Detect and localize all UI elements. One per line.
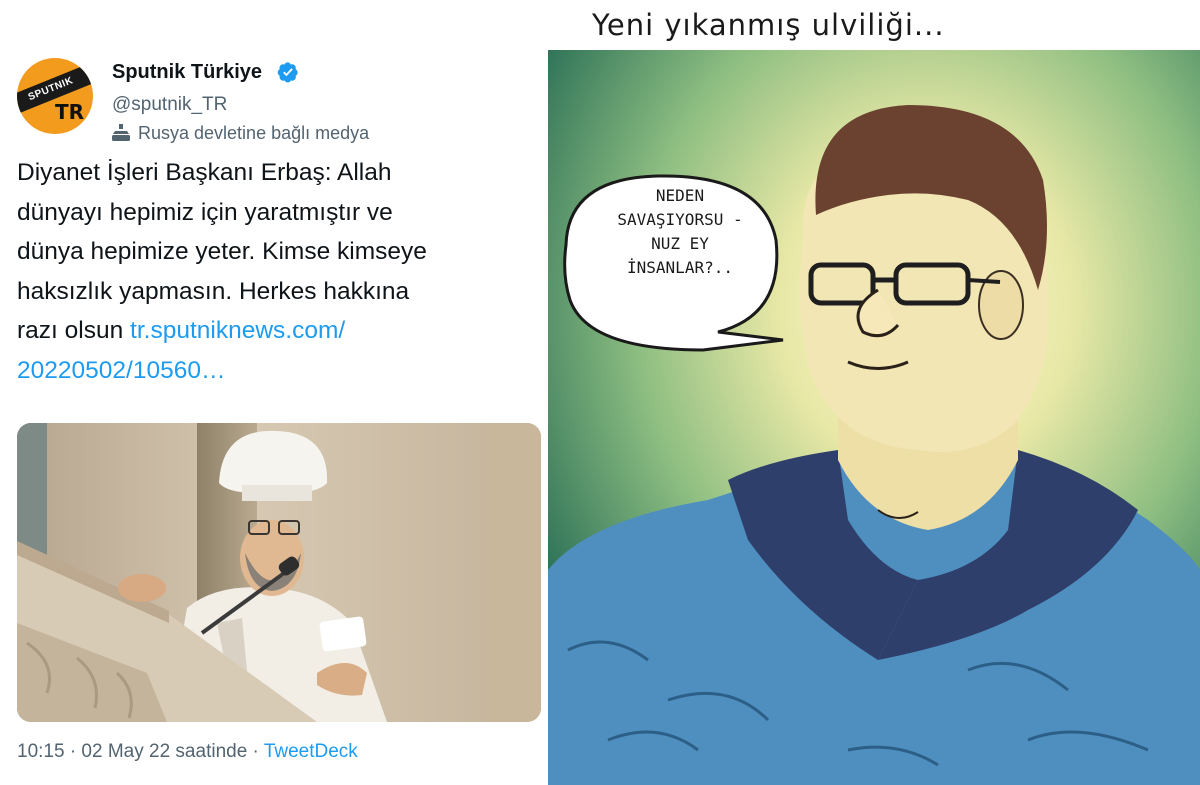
tweet-card: SPUTNIK TR Sputnik Türkiye @sputnik_TR R… (0, 0, 548, 785)
cartoon-panel: Yeni yıkanmış ulviliği... NEDEN SAVAŞIYO… (548, 0, 1200, 785)
tweet-link[interactable]: tr.sputniknews.com/ (130, 317, 345, 344)
account-avatar[interactable]: SPUTNIK TR (17, 58, 93, 134)
tweet-timestamp[interactable]: 10:15 · 02 May 22 saatinde · (17, 741, 264, 762)
state-media-icon (112, 124, 130, 141)
speech-line: SAVAŞIYORSU - (617, 210, 743, 229)
account-name[interactable]: Sputnik Türkiye (112, 61, 262, 84)
tweet-photo[interactable] (17, 423, 541, 722)
speech-line: NUZ EY (651, 234, 709, 253)
verified-badge-icon (277, 62, 298, 83)
speech-bubble-text: NEDEN SAVAŞIYORSU - NUZ EY İNSANLAR?.. (586, 184, 774, 280)
cartoon-caption: Yeni yıkanmış ulviliği... (592, 8, 945, 42)
cartoon-illustration (548, 50, 1200, 785)
tweet-text-line: haksızlık yapmasın. Herkes hakkına (17, 277, 410, 305)
state-media-text: Rusya devletine bağlı medya (138, 122, 370, 143)
tweet-source[interactable]: TweetDeck (264, 741, 358, 762)
state-media-label[interactable]: Rusya devletine bağlı medya (110, 121, 369, 145)
tweet-text: Diyanet İşleri Başkanı Erbaş: Allah düny… (17, 153, 537, 391)
account-handle[interactable]: @sputnik_TR (112, 94, 227, 116)
speech-line: İNSANLAR?.. (627, 258, 733, 277)
tweet-text-line: dünya hepimize yeter. Kimse kimseye (17, 238, 427, 266)
tweet-photo-illustration (17, 423, 541, 722)
tweet-text-line: razı olsun tr.sputniknews.com/ (17, 311, 537, 351)
tweet-text-fragment: razı olsun (17, 317, 124, 345)
tweet-text-line: Diyanet İşleri Başkanı Erbaş: Allah (17, 159, 392, 186)
tweet-text-line: dünyayı hepimiz için yaratmıştır ve (17, 198, 393, 226)
speech-line: NEDEN (655, 186, 705, 205)
tweet-link-continued[interactable]: 20220502/10560… (17, 351, 537, 391)
avatar-tr-text: TR (55, 100, 85, 124)
tweet-meta: 10:15 · 02 May 22 saatinde · TweetDeck (17, 741, 358, 763)
